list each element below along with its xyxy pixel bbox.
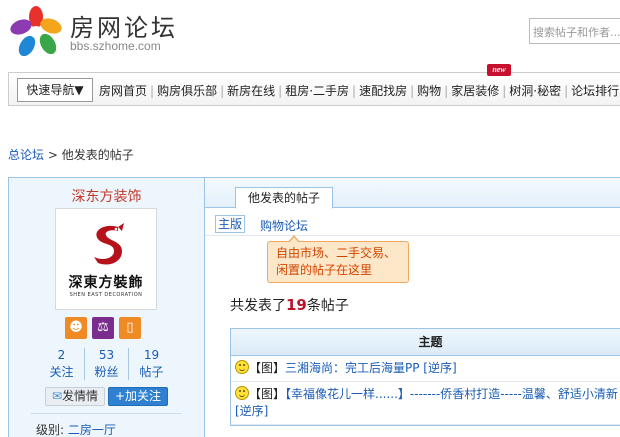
search-input[interactable]: 搜索帖子和作者... bbox=[529, 18, 620, 44]
subtab-shopping[interactable]: 购物论坛 bbox=[260, 217, 308, 234]
nav-link-shopping[interactable]: 购物 bbox=[417, 84, 441, 98]
posts-table: 主题 【图】三湘海尚：完工后海量PP [逆序] 【图】【幸福像花儿一样.....… bbox=[230, 328, 620, 426]
site-url: bbs.szhome.com bbox=[70, 39, 161, 53]
table-header-topic: 主题 bbox=[231, 329, 620, 356]
nav-links: 房网首页 | 购房俱乐部 | 新房在线 | 租房·二手房 | 速配找房 | 购物 | 家居装修 | 树洞·秘… bbox=[99, 84, 620, 98]
nav-link-rent[interactable]: 租房·二手房 bbox=[285, 84, 349, 98]
stat-posts-label: 帖子 bbox=[139, 365, 164, 379]
scale-icon[interactable]: ⚖ bbox=[92, 317, 114, 339]
breadcrumb-current: 他发表的帖子 bbox=[61, 148, 134, 162]
level-value[interactable]: 二房一厅 bbox=[68, 423, 116, 437]
nav-link-treehole[interactable]: 树洞·秘密 bbox=[509, 84, 561, 98]
chat-icon: ✉ bbox=[51, 389, 63, 403]
tab-his-posts[interactable]: 他发表的帖子 bbox=[235, 187, 333, 209]
tooltip-line-2: 闲置的帖子在这里 bbox=[276, 263, 373, 277]
post-count-suffix: 条帖子 bbox=[306, 298, 349, 314]
subtab-main[interactable]: 主版 bbox=[215, 215, 245, 233]
table-row[interactable]: 【图】三湘海尚：完工后海量PP [逆序] bbox=[231, 356, 620, 382]
breadcrumb-root[interactable]: 总论坛 bbox=[8, 148, 44, 162]
quick-nav-dropdown[interactable]: 快速导航▼ bbox=[17, 78, 93, 102]
post-tag: 【图】 bbox=[249, 361, 286, 375]
phone-icon[interactable]: ▯ bbox=[119, 317, 141, 339]
post-count-prefix: 共发表了 bbox=[230, 298, 286, 314]
stat-posts[interactable]: 19 帖子 bbox=[129, 348, 174, 380]
breadcrumb: 总论坛 > 他发表的帖子 bbox=[8, 146, 134, 163]
stat-following-label: 关注 bbox=[49, 365, 74, 379]
nav-link-home[interactable]: 房网首页 bbox=[99, 84, 147, 98]
post-title-link[interactable]: 三湘海尚：完工后海量PP [逆序] bbox=[285, 361, 457, 375]
follow-button[interactable]: +加关注 bbox=[108, 387, 168, 406]
post-count: 共发表了19条帖子 bbox=[230, 295, 349, 315]
site-name[interactable]: 房网论坛 bbox=[70, 8, 178, 43]
breadcrumb-separator: > bbox=[44, 148, 62, 162]
main-nav: 快速导航▼ 房网首页 | 购房俱乐部 | 新房在线 | 租房·二手房 | 速配找房 | 购物 | 家居装… bbox=[8, 72, 620, 106]
smiley-icon bbox=[235, 360, 249, 374]
posts-content: 他发表的帖子 主版 购物论坛 自由市场、二手交易、 闲置的帖子在这里 共发表了1… bbox=[204, 178, 620, 437]
user-profile-sidebar: 深东方装饰 深東方裝飾 SHEN EAST DECORATION ☻ ⚖ ▯ 2… bbox=[9, 178, 204, 437]
stat-fans-value: 53 bbox=[98, 348, 115, 362]
main-panel: 深东方装饰 深東方裝飾 SHEN EAST DECORATION ☻ ⚖ ▯ 2… bbox=[8, 177, 620, 437]
stat-following[interactable]: 2 关注 bbox=[39, 348, 84, 380]
tooltip-line-1: 自由市场、二手交易、 bbox=[276, 246, 397, 260]
stat-following-value: 2 bbox=[57, 348, 66, 362]
dragon-logo-icon bbox=[94, 223, 124, 265]
level-label: 级别: bbox=[36, 423, 65, 437]
nav-link-ranking[interactable]: 论坛排行 bbox=[571, 84, 619, 98]
post-tag: 【图】 bbox=[249, 387, 286, 401]
nav-link-club[interactable]: 购房俱乐部 bbox=[157, 84, 217, 98]
post-count-value: 19 bbox=[286, 296, 307, 314]
table-row[interactable]: 【图】【幸福像花儿一样......】-------侨香村打造-----温馨、舒适… bbox=[231, 382, 620, 425]
avatar[interactable]: 深東方裝飾 SHEN EAST DECORATION bbox=[55, 208, 157, 310]
nav-link-decoration[interactable]: 家居装修 bbox=[451, 84, 499, 98]
stat-fans[interactable]: 53 粉丝 bbox=[84, 348, 129, 380]
stat-fans-label: 粉丝 bbox=[94, 365, 119, 379]
smiley-icon bbox=[235, 386, 249, 400]
nav-link-match[interactable]: 速配找房 bbox=[359, 84, 407, 98]
forum-subtabs: 主版 购物论坛 bbox=[205, 209, 620, 236]
send-message-label: 发情情 bbox=[62, 389, 99, 403]
new-badge: new bbox=[487, 64, 511, 76]
nav-link-newhouse[interactable]: 新房在线 bbox=[227, 84, 275, 98]
site-logo-icon[interactable] bbox=[10, 6, 62, 58]
profile-stats: 2 关注 53 粉丝 19 帖子 bbox=[39, 348, 174, 380]
avatar-subtitle: SHEN EAST DECORATION bbox=[69, 292, 143, 298]
tab-strip: 他发表的帖子 bbox=[205, 178, 620, 209]
user-level: 级别: 二房一厅 bbox=[36, 421, 116, 437]
stat-posts-value: 19 bbox=[143, 348, 160, 362]
profile-divider bbox=[31, 413, 181, 414]
send-message-button[interactable]: ✉发情情 bbox=[45, 387, 105, 406]
post-title-link[interactable]: 【幸福像花儿一样......】-------侨香村打造-----温馨、舒适小清新… bbox=[235, 387, 618, 418]
avatar-title: 深東方裝飾 bbox=[68, 275, 144, 291]
user-icon[interactable]: ☻ bbox=[65, 317, 87, 339]
shopping-forum-tooltip: 自由市场、二手交易、 闲置的帖子在这里 bbox=[267, 235, 409, 283]
profile-username[interactable]: 深东方装饰 bbox=[9, 186, 204, 206]
